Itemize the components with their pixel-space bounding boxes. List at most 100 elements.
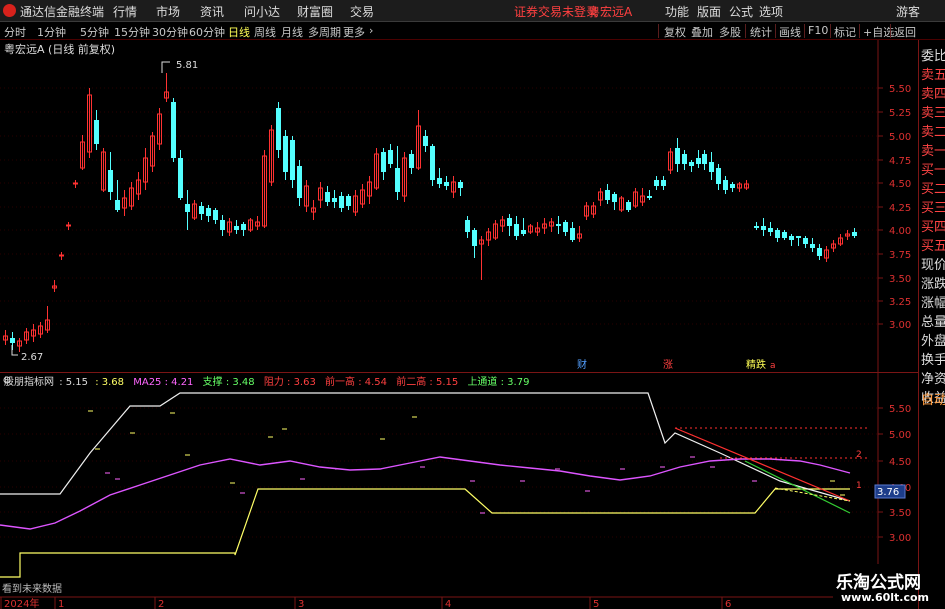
period-more[interactable]: 更多 [343, 24, 365, 40]
high-marker [161, 61, 170, 73]
btn-duogu[interactable]: 多股 [719, 24, 741, 40]
sidebar-item-sell2[interactable]: 卖二 [921, 121, 945, 140]
candle-body [472, 230, 477, 246]
period-60min[interactable]: 60分钟 [189, 24, 225, 40]
candle-body [768, 228, 773, 232]
menu-zixun[interactable]: 资讯 [200, 3, 224, 20]
sidebar-item-netasset[interactable]: 净资 [921, 368, 945, 387]
time-axis-label: 6 [725, 599, 731, 609]
legend-resist-label: 阻力 [264, 375, 284, 388]
btn-f10[interactable]: F10 [808, 24, 828, 37]
indicator-tick-label: 4.50 [889, 457, 911, 468]
menu-jiaoyi[interactable]: 交易 [350, 3, 374, 20]
resistance-step-line [0, 392, 851, 502]
sidebar-item-auto[interactable]: 自动 [921, 389, 945, 408]
btn-back[interactable]: 返回 [894, 24, 916, 40]
legend-support-label: 支撑 [203, 375, 223, 388]
support-step-line [0, 488, 850, 578]
event-marker-cai[interactable]: 财 [577, 358, 587, 371]
sidebar-item-buy1[interactable]: 买一 [921, 159, 945, 178]
period-15min[interactable]: 15分钟 [114, 24, 150, 40]
menu-gongneng[interactable]: 功能 [665, 3, 689, 20]
sidebar-item-sell5[interactable]: 卖五 [921, 64, 945, 83]
sidebar-item-pct[interactable]: 涨幅 [921, 292, 945, 311]
candle-body [647, 196, 652, 198]
sidebar-item-price[interactable]: 现价 [921, 254, 945, 273]
sidebar-item-buy4[interactable]: 买四 [921, 216, 945, 235]
indicator-legend: 股朋指标网 : 5.15 : 3.68 MA25 : 4.21 支撑 : 3.4… [4, 375, 529, 388]
menu-shichang[interactable]: 市场 [156, 3, 180, 20]
price-chart[interactable]: 5.50 5.25 5.00 4.75 4.50 4.25 4.00 3.75 3.50 3.25… [0, 40, 918, 373]
legend-high2-label: 前二高 [396, 375, 426, 388]
sidebar-item-outer[interactable]: 外盘 [921, 330, 945, 349]
quote-sidebar: 委比 卖五 卖四 卖三 卖二 卖一 买一 买二 买三 买四 买五 现价 涨跌 涨… [918, 40, 945, 609]
candle-body [682, 154, 687, 164]
candle-body [66, 224, 71, 227]
candle-body [171, 102, 176, 158]
btn-diejia[interactable]: 叠加 [691, 24, 713, 40]
candle-body [521, 230, 526, 234]
time-axis-label: 1 [58, 599, 64, 609]
menu-gongshi[interactable]: 公式 [729, 3, 753, 20]
candle-body [654, 180, 659, 186]
event-marker-zhang[interactable]: 涨 [663, 359, 673, 371]
price-tick-label: 3.25 [889, 297, 911, 308]
period-multi[interactable]: 多周期 [308, 24, 341, 40]
indicator-chart[interactable]: 5.505.004.504.003.503.00 2 1 股朋指标网 : 5.1… [0, 373, 918, 609]
candle-body [723, 180, 728, 190]
chevron-right-icon[interactable]: › [369, 24, 373, 37]
event-marker-a[interactable]: a [770, 361, 776, 371]
sidebar-item-sell4[interactable]: 卖四 [921, 83, 945, 102]
high-label: 5.81 [176, 60, 198, 71]
legend-resist-value: : 3.63 [287, 377, 316, 388]
indicator-tick-label: 5.00 [889, 430, 911, 441]
candle-body [563, 222, 568, 232]
user-label[interactable]: 游客 [896, 3, 920, 20]
price-tick-label: 5.25 [889, 108, 911, 119]
period-1min[interactable]: 1分钟 [37, 24, 66, 40]
menu-caifuquan[interactable]: 财富圈 [297, 3, 333, 20]
price-tick-label: 4.00 [889, 226, 911, 237]
candle-body [675, 148, 680, 164]
sidebar-item-sell3[interactable]: 卖三 [921, 102, 945, 121]
watermark: 乐淘公式网 www.60lt.com [833, 564, 929, 609]
menu-hangqing[interactable]: 行情 [113, 3, 137, 20]
login-status[interactable]: 证券交易未登录 [514, 3, 598, 20]
indicator-grid [0, 407, 878, 538]
time-axis-label: 4 [445, 599, 451, 609]
btn-fuquan[interactable]: 复权 [664, 24, 686, 40]
period-5min[interactable]: 5分钟 [80, 24, 109, 40]
sidebar-item-buy2[interactable]: 买二 [921, 178, 945, 197]
btn-tongji[interactable]: 统计 [750, 24, 772, 40]
candle-body [234, 226, 239, 230]
period-monthly[interactable]: 月线 [281, 24, 303, 40]
sidebar-item-buy5[interactable]: 买五 [921, 235, 945, 254]
time-axis-label: 2 [158, 599, 164, 609]
menu-banmian[interactable]: 版面 [697, 3, 721, 20]
period-daily[interactable]: 日线 [228, 24, 250, 40]
sidebar-item-turnover[interactable]: 换手 [921, 349, 945, 368]
candle-body [283, 136, 288, 172]
sidebar-item-change[interactable]: 涨跌 [921, 273, 945, 292]
stock-name: 粤宏远A [588, 5, 633, 19]
toolbar-divider [775, 24, 776, 38]
candle-body [465, 220, 470, 232]
candle-body [325, 192, 330, 202]
chart-title: 粤宏远A (日线 前复权) [4, 42, 115, 56]
event-marker-jingdie[interactable]: 精跌 [746, 358, 766, 371]
sidebar-item-sell1[interactable]: 卖一 [921, 140, 945, 159]
time-axis-label: 5 [593, 599, 599, 609]
menu-xuanxiang[interactable]: 选项 [759, 3, 783, 20]
period-weekly[interactable]: 周线 [254, 24, 276, 40]
period-30min[interactable]: 30分钟 [152, 24, 188, 40]
sidebar-item-weibi[interactable]: 委比 [921, 45, 945, 64]
sidebar-item-volume[interactable]: 总量 [921, 311, 945, 330]
candle-body [437, 178, 442, 184]
sidebar-item-buy3[interactable]: 买三 [921, 197, 945, 216]
btn-biaoji[interactable]: 标记 [834, 24, 856, 40]
price-tick-label: 3.00 [889, 320, 911, 331]
period-fenshi[interactable]: 分时 [4, 24, 26, 40]
candle-body [570, 228, 575, 240]
btn-huaxian[interactable]: 画线 [779, 24, 801, 40]
menu-wenxiaoda[interactable]: 问小达 [244, 3, 280, 20]
